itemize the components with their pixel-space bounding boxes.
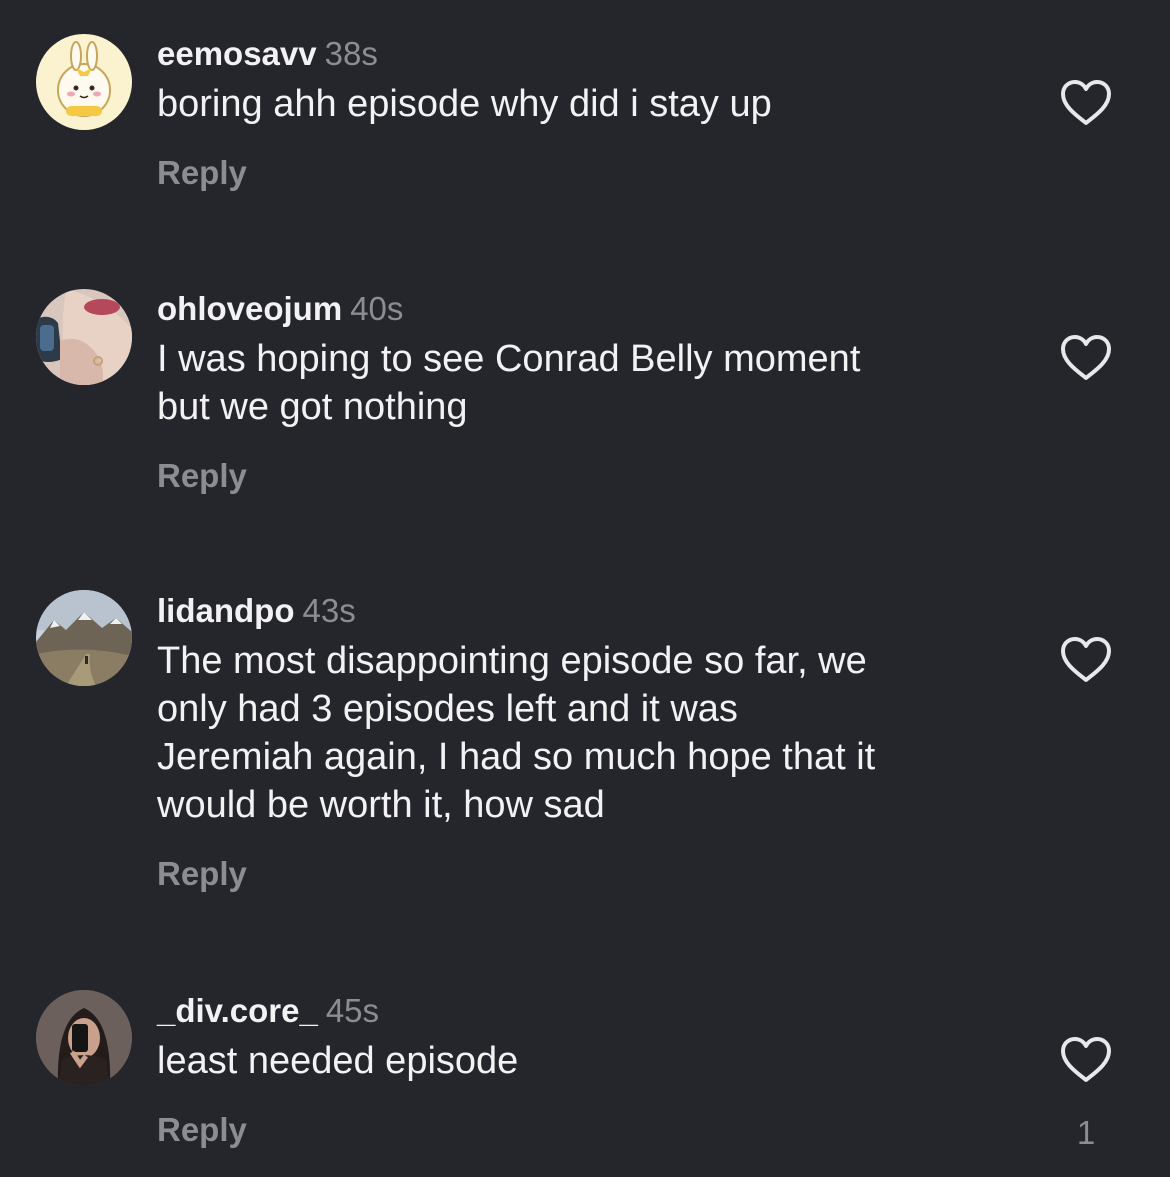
heart-outline-icon	[1061, 80, 1111, 125]
like-button[interactable]	[1058, 1035, 1114, 1085]
username[interactable]: lidandpo	[157, 592, 294, 629]
avatar[interactable]	[36, 990, 132, 1086]
avatar[interactable]	[36, 34, 132, 130]
comment-meta: _div.core_ 45s	[157, 989, 1017, 1033]
comment-body: _div.core_ 45s least needed episode Reply	[157, 989, 1017, 1149]
comment-time: 45s	[325, 992, 380, 1029]
comment-text: boring ahh episode why did i stay up	[157, 83, 772, 125]
username[interactable]: ohloveojum	[157, 290, 342, 327]
like-count: 1	[1076, 1114, 1096, 1151]
bunny-character-avatar	[36, 34, 132, 130]
comment-body: ohloveojum 40s I was hoping to see Conrad…	[157, 287, 1017, 495]
like-button[interactable]	[1058, 635, 1114, 685]
comments-list: eemosavv 38s boring ahh episode why did i…	[0, 0, 1170, 1177]
comment-meta: eemosavv 38s	[157, 32, 1017, 76]
comment-text: The most disappointing episode so far, w…	[157, 640, 876, 826]
username[interactable]: _div.core_	[157, 992, 318, 1029]
avatar[interactable]	[36, 590, 132, 686]
comment-text: I was hoping to see Conrad Belly moment …	[157, 338, 861, 428]
username[interactable]: eemosavv	[157, 35, 317, 72]
mirror-selfie-avatar	[36, 990, 132, 1086]
comment-body: lidandpo 43s The most disappointing episo…	[157, 589, 1017, 893]
reply-button[interactable]: Reply	[157, 457, 247, 495]
reply-button[interactable]: Reply	[157, 154, 247, 192]
comment-body: eemosavv 38s boring ahh episode why did i…	[157, 32, 1017, 192]
reply-button[interactable]: Reply	[157, 855, 247, 893]
like-button[interactable]	[1058, 78, 1114, 128]
comment-text: least needed episode	[157, 1040, 519, 1082]
person-selfie-avatar	[36, 289, 132, 385]
comment-meta: ohloveojum 40s	[157, 287, 1017, 331]
avatar[interactable]	[36, 289, 132, 385]
mountain-landscape-avatar	[36, 590, 132, 686]
heart-outline-icon	[1061, 1037, 1111, 1082]
like-button[interactable]	[1058, 333, 1114, 383]
comment-time: 43s	[302, 592, 356, 629]
heart-outline-icon	[1061, 637, 1111, 682]
heart-outline-icon	[1061, 335, 1111, 380]
comment-meta: lidandpo 43s	[157, 589, 1017, 633]
reply-button[interactable]: Reply	[157, 1111, 247, 1149]
comment-time: 40s	[350, 290, 404, 327]
comment-time: 38s	[324, 35, 378, 72]
